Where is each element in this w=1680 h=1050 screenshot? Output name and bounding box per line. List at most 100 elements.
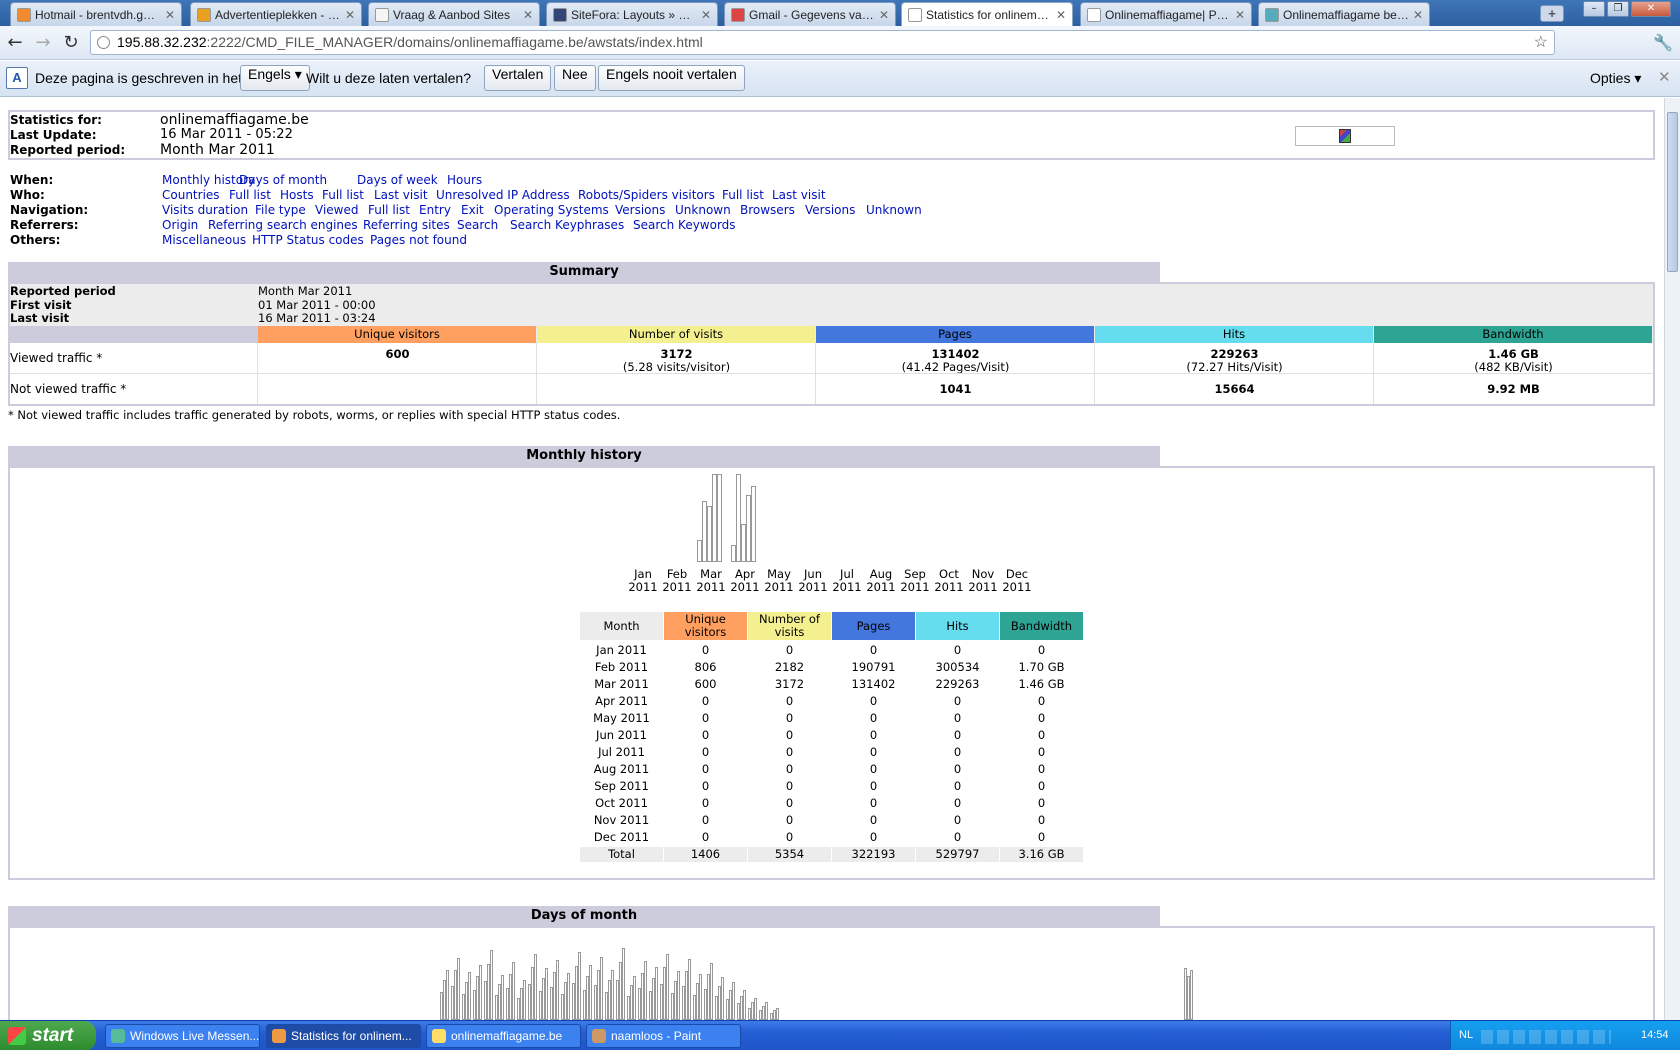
never-translate-button[interactable]: Engels nooit vertalen: [598, 65, 745, 91]
monthly-cell: 0: [869, 830, 878, 844]
monthly-cell: 1.70 GB: [1018, 660, 1065, 674]
menu-link[interactable]: Search Keywords: [633, 218, 736, 232]
monthly-cell: 0: [1037, 762, 1046, 776]
monthly-cell: 0: [869, 762, 878, 776]
menu-link[interactable]: Origin: [162, 218, 198, 232]
reported-period-value: Month Mar 2011: [160, 142, 275, 158]
menu-link[interactable]: Unknown: [675, 203, 731, 217]
tab-title: Advertentieplekken - SiteD...: [215, 7, 341, 22]
day-bar: [490, 950, 493, 1020]
tab-close-icon[interactable]: ✕: [345, 8, 355, 22]
tab-close-icon[interactable]: ✕: [165, 8, 175, 22]
taskbar-item[interactable]: Statistics for onlinem...: [266, 1024, 421, 1048]
last-visit-label: Last visit: [10, 311, 70, 325]
bookmark-star-icon[interactable]: ☆: [1534, 31, 1548, 54]
menu-link[interactable]: Last visit: [374, 188, 428, 202]
menu-link[interactable]: Last visit: [772, 188, 826, 202]
favicon-icon: [731, 7, 745, 22]
browser-tab[interactable]: SiteFora: Layouts » Gezoc... ✕: [546, 2, 718, 26]
wrench-icon[interactable]: 🔧: [1652, 32, 1674, 54]
menu-link[interactable]: Hosts: [280, 188, 314, 202]
taskbar-item[interactable]: Windows Live Messen...: [105, 1024, 260, 1048]
taskbar-item[interactable]: onlinemaffiagame.be: [426, 1024, 581, 1048]
reload-icon[interactable]: ↻: [60, 32, 82, 54]
last-update-label: Last Update:: [10, 128, 97, 142]
menu-link[interactable]: Versions: [805, 203, 855, 217]
monthly-cell: 0: [785, 762, 794, 776]
summary-period-label: Reported period: [10, 284, 116, 298]
day-bar: [479, 965, 482, 1020]
address-bar[interactable]: 195.88.32.232:2222/CMD_FILE_MANAGER/doma…: [90, 30, 1555, 55]
translate-button[interactable]: Vertalen: [484, 65, 552, 91]
menu-link[interactable]: Versions: [615, 203, 665, 217]
tab-close-icon[interactable]: ✕: [1413, 8, 1423, 22]
tab-close-icon[interactable]: ✕: [701, 8, 711, 22]
menu-link[interactable]: HTTP Status codes: [252, 233, 364, 247]
row-divider: [10, 373, 1653, 374]
browser-tab[interactable]: Onlinemaffiagame be | Cri... ✕: [1258, 2, 1430, 26]
taskbar-item[interactable]: naamloos - Paint: [586, 1024, 741, 1048]
menu-link[interactable]: Full list: [722, 188, 764, 202]
browser-tab[interactable]: Gmail - Gegevens van uw ... ✕: [724, 2, 896, 26]
tab-close-icon[interactable]: ✕: [1056, 8, 1066, 22]
menu-link[interactable]: Search Keyphrases: [510, 218, 624, 232]
chart-tick-year: 2011: [764, 580, 794, 594]
monthly-cell: 0: [701, 711, 710, 725]
close-window-button[interactable]: ✕: [1631, 1, 1671, 17]
menu-link[interactable]: Full list: [322, 188, 364, 202]
maximize-button[interactable]: ❐: [1607, 1, 1629, 17]
menu-link[interactable]: Robots/Spiders visitors: [578, 188, 715, 202]
new-tab-button[interactable]: +: [1540, 5, 1564, 22]
no-button[interactable]: Nee: [554, 65, 596, 91]
favicon-icon: [553, 7, 567, 22]
browser-tab[interactable]: Hotmail - brentvdh.game... ✕: [10, 2, 182, 26]
menu-link[interactable]: Referring search engines: [208, 218, 358, 232]
menu-link[interactable]: Days of week: [357, 173, 438, 187]
browser-tab[interactable]: Advertentieplekken - SiteD... ✕: [190, 2, 362, 26]
menu-link[interactable]: Viewed: [315, 203, 358, 217]
menu-link[interactable]: Miscellaneous: [162, 233, 246, 247]
vertical-scrollbar[interactable]: [1664, 98, 1680, 1020]
forward-icon[interactable]: →: [32, 32, 54, 54]
monthly-cell: 0: [1037, 711, 1046, 725]
menu-link[interactable]: Full list: [368, 203, 410, 217]
menu-link[interactable]: Full list: [229, 188, 271, 202]
tab-close-icon[interactable]: ✕: [523, 8, 533, 22]
options-menu[interactable]: Opties ▾: [1590, 70, 1641, 87]
summary-column-header: Pages: [816, 326, 1094, 343]
monthly-cell: 0: [785, 813, 794, 827]
menu-link[interactable]: Pages not found: [370, 233, 467, 247]
tab-title: Onlinemaffiagame be | Cri...: [1283, 7, 1409, 22]
language-select[interactable]: Engels ▾: [240, 65, 310, 91]
browser-tab[interactable]: Onlinemaffiagame| Play th... ✕: [1080, 2, 1252, 26]
menu-link[interactable]: Entry: [419, 203, 451, 217]
minimize-button[interactable]: –: [1583, 1, 1605, 17]
scrollbar-thumb[interactable]: [1667, 112, 1678, 272]
menu-link[interactable]: Search: [457, 218, 498, 232]
menu-link[interactable]: Unresolved IP Address: [436, 188, 570, 202]
menu-link[interactable]: Visits duration: [162, 203, 248, 217]
tab-close-icon[interactable]: ✕: [879, 8, 889, 22]
tab-close-icon[interactable]: ✕: [1235, 8, 1245, 22]
browser-tab[interactable]: Statistics for onlinemaffiag... ✕: [901, 2, 1073, 26]
start-button[interactable]: start: [0, 1021, 96, 1050]
menu-link[interactable]: Exit: [461, 203, 484, 217]
menu-link[interactable]: Hours: [447, 173, 482, 187]
tray-icons[interactable]: [1481, 1030, 1611, 1044]
menu-link[interactable]: Days of month: [239, 173, 327, 187]
day-bar: [633, 976, 636, 1020]
menu-link[interactable]: File type: [255, 203, 306, 217]
monthly-cell: 0: [953, 796, 962, 810]
browser-tab[interactable]: Vraag & Aanbod Sites ✕: [368, 2, 540, 26]
menu-link[interactable]: Browsers: [740, 203, 795, 217]
language-indicator[interactable]: NL: [1459, 1029, 1473, 1041]
day-bar: [732, 982, 735, 1020]
menu-link[interactable]: Unknown: [866, 203, 922, 217]
menu-link[interactable]: Countries: [162, 188, 220, 202]
back-icon[interactable]: ←: [4, 32, 26, 54]
menu-link[interactable]: Referring sites: [363, 218, 450, 232]
menu-link[interactable]: Operating Systems: [494, 203, 609, 217]
chart-bar: [751, 486, 756, 562]
monthly-cell: 0: [1037, 796, 1046, 810]
close-translate-icon[interactable]: ✕: [1658, 68, 1671, 86]
